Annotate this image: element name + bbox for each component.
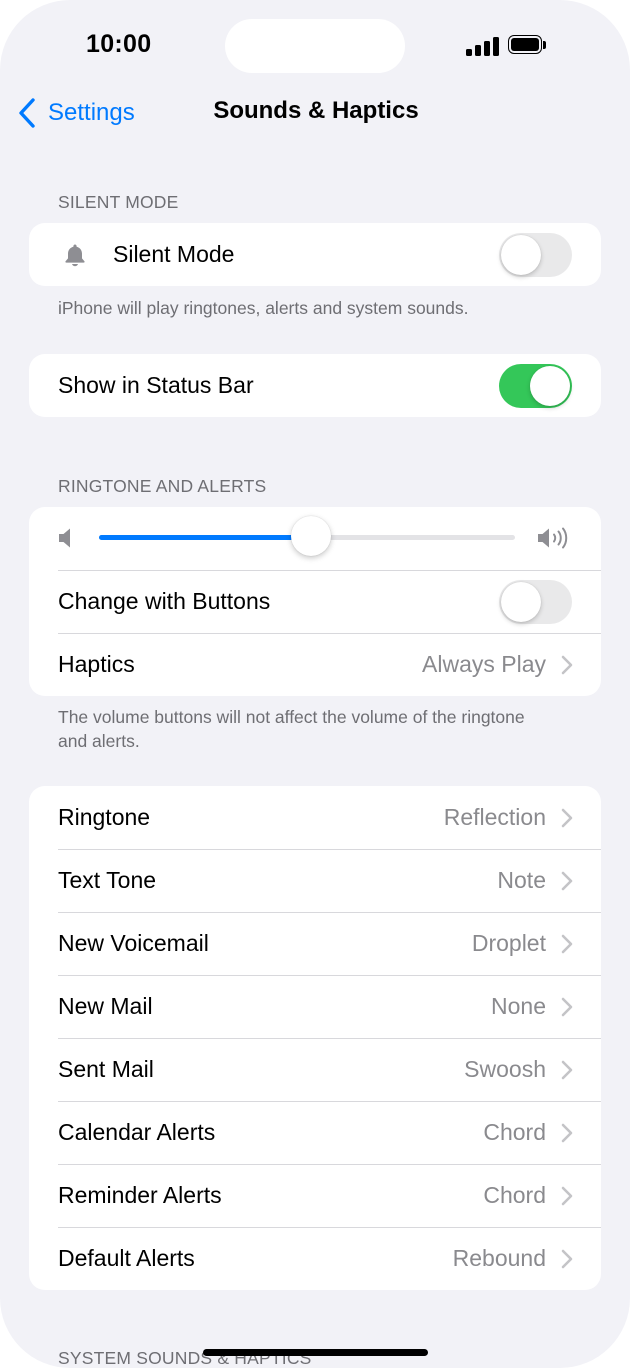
list-item[interactable]: New Mail None: [29, 975, 601, 1038]
tone-value: Chord: [483, 1182, 546, 1208]
section-header-ringtone-alerts: RINGTONE AND ALERTS: [58, 476, 267, 496]
change-with-buttons-toggle[interactable]: [499, 580, 572, 624]
chevron-right-icon: [561, 871, 573, 891]
tone-label: New Mail: [58, 993, 153, 1019]
speaker-high-icon: [538, 527, 568, 549]
toggle-knob: [530, 366, 570, 406]
volume-slider-fill: [99, 535, 312, 540]
silent-mode-group: Silent Mode: [29, 223, 601, 286]
list-item[interactable]: Text Tone Note: [29, 849, 601, 912]
chevron-right-icon: [561, 1249, 573, 1269]
tone-label: New Voicemail: [58, 930, 209, 956]
tone-value: Rebound: [452, 1245, 546, 1271]
bell-icon: [65, 244, 85, 267]
chevron-right-icon: [561, 1060, 573, 1080]
show-in-status-bar-row[interactable]: Show in Status Bar: [29, 354, 601, 417]
silent-mode-label: Silent Mode: [113, 241, 235, 267]
tone-label: Default Alerts: [58, 1245, 195, 1271]
haptics-label: Haptics: [58, 651, 135, 677]
list-item[interactable]: Calendar Alerts Chord: [29, 1101, 601, 1164]
tone-label: Text Tone: [58, 867, 157, 893]
home-indicator[interactable]: [203, 1349, 428, 1356]
change-with-buttons-label: Change with Buttons: [58, 588, 271, 614]
silent-mode-row[interactable]: Silent Mode: [29, 223, 601, 286]
tone-value: Reflection: [443, 804, 546, 830]
chevron-right-icon: [561, 808, 573, 828]
tone-value: Droplet: [471, 930, 546, 956]
dynamic-island: [225, 19, 405, 73]
tone-label: Ringtone: [58, 804, 151, 830]
list-item[interactable]: Sent Mail Swoosh: [29, 1038, 601, 1101]
tone-value: Note: [497, 867, 546, 893]
ringtone-alerts-group: Change with Buttons Haptics Always Play: [29, 507, 601, 696]
chevron-right-icon: [561, 655, 573, 675]
change-with-buttons-row[interactable]: Change with Buttons: [29, 570, 601, 633]
tone-value: Chord: [483, 1119, 546, 1145]
chevron-right-icon: [561, 1123, 573, 1143]
phone-screen: 10:00 Settings Sounds & Haptics SILENT M…: [0, 0, 630, 1368]
haptics-row[interactable]: Haptics Always Play: [29, 633, 601, 696]
toggle-knob: [501, 235, 541, 275]
volume-slider-thumb[interactable]: [291, 516, 332, 556]
tone-label: Reminder Alerts: [58, 1182, 222, 1208]
chevron-right-icon: [561, 997, 573, 1017]
tone-label: Calendar Alerts: [58, 1119, 216, 1145]
list-item[interactable]: Ringtone Reflection: [29, 786, 601, 849]
silent-mode-toggle[interactable]: [499, 233, 572, 277]
silent-mode-footer: iPhone will play ringtones, alerts and s…: [58, 298, 469, 318]
tone-label: Sent Mail: [58, 1056, 154, 1082]
tone-value: Swoosh: [464, 1056, 546, 1082]
list-item[interactable]: New Voicemail Droplet: [29, 912, 601, 975]
chevron-right-icon: [561, 1186, 573, 1206]
tones-group: Ringtone Reflection Text Tone Note New V…: [29, 786, 601, 1290]
page-title: Sounds & Haptics: [213, 97, 419, 124]
tone-value: None: [491, 993, 546, 1019]
cellular-signal-icon: [466, 36, 500, 56]
toggle-knob: [501, 582, 541, 622]
battery-icon: [508, 35, 546, 56]
section-header-silent-mode: SILENT MODE: [58, 192, 179, 212]
chevron-right-icon: [561, 934, 573, 954]
show-in-status-bar-toggle[interactable]: [499, 364, 572, 408]
speaker-low-icon: [59, 528, 70, 548]
status-bar-group: Show in Status Bar: [29, 354, 601, 417]
status-time: 10:00: [86, 30, 152, 58]
list-item[interactable]: Default Alerts Rebound: [29, 1227, 601, 1290]
volume-slider-row: [29, 507, 601, 570]
show-in-status-bar-label: Show in Status Bar: [58, 372, 254, 398]
list-item[interactable]: Reminder Alerts Chord: [29, 1164, 601, 1227]
haptics-value: Always Play: [422, 651, 546, 677]
ringtone-alerts-footer: The volume buttons will not affect the v…: [58, 707, 525, 751]
